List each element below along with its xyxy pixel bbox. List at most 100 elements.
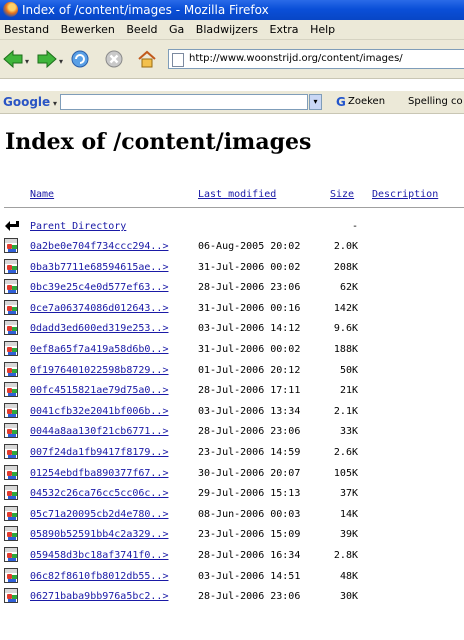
google-logo[interactable]: Google ▾ <box>3 91 57 113</box>
file-link[interactable]: 0bc39e25c4e0d577ef63..> <box>30 282 168 293</box>
search-button[interactable]: Zoeken <box>348 91 385 113</box>
file-size: 33K <box>339 426 358 438</box>
file-link[interactable]: 0f1976401022598b8729..> <box>30 365 168 376</box>
stop-icon[interactable] <box>104 49 124 69</box>
forward-dropdown-icon[interactable]: ▾ <box>59 57 63 66</box>
file-link[interactable]: 0041cfb32e2041bf006b..> <box>30 406 168 417</box>
file-row: 00fc4515821ae79d75a0..> 28-Jul-2006 17:11… <box>0 381 464 401</box>
google-g-icon[interactable]: G <box>336 91 346 113</box>
file-link[interactable]: 0a2be0e704f734ccc294..> <box>30 241 168 252</box>
menu-bestand[interactable]: Bestand <box>4 23 49 36</box>
forward-arrow-icon[interactable] <box>37 49 57 69</box>
file-row: 059458d3bc18af3741f0..> 28-Jul-2006 16:34… <box>0 546 464 566</box>
file-link[interactable]: 059458d3bc18af3741f0..> <box>30 550 168 561</box>
file-modified: 28-Jul-2006 16:34 <box>198 550 301 561</box>
home-icon[interactable] <box>137 49 157 69</box>
url-input[interactable]: http://www.woonstrijd.org/content/images… <box>189 50 403 68</box>
url-bar[interactable]: http://www.woonstrijd.org/content/images… <box>168 49 464 69</box>
column-header-description[interactable]: Description <box>372 189 438 200</box>
menu-bewerken[interactable]: Bewerken <box>61 23 115 36</box>
file-link[interactable]: 05890b52591bb4c2a329..> <box>30 529 168 540</box>
file-size: 9.6K <box>333 323 358 335</box>
image-file-icon <box>4 485 20 501</box>
reload-icon[interactable] <box>70 49 90 69</box>
file-modified: 31-Jul-2006 00:16 <box>198 302 301 314</box>
image-file-icon <box>4 402 20 419</box>
spelling-button[interactable]: Spelling co <box>408 91 463 113</box>
image-file-icon <box>4 320 20 336</box>
google-search-input[interactable] <box>60 94 308 110</box>
file-size: 37K <box>339 488 358 500</box>
file-modified: 31-Jul-2006 00:02 <box>198 344 301 355</box>
file-link[interactable]: 0ba3b7711e68594615ae..> <box>30 262 168 273</box>
file-row: 0dadd3ed600ed319e253..> 03-Jul-2006 14:12… <box>0 319 464 339</box>
file-size: 21K <box>339 385 358 397</box>
file-size: 188K <box>333 344 358 355</box>
file-link[interactable]: 0dadd3ed600ed319e253..> <box>30 323 168 334</box>
file-row: 01254ebdfba890377f67..> 30-Jul-2006 20:07… <box>0 464 464 484</box>
file-link[interactable]: 04532c26ca76cc5cc06c..> <box>30 488 168 499</box>
file-link[interactable]: 01254ebdfba890377f67..> <box>30 468 168 479</box>
column-header-size[interactable]: Size <box>330 189 354 200</box>
file-link[interactable]: 007f24da1fb9417f8179..> <box>30 447 168 458</box>
file-row: 0ba3b7711e68594615ae..> 31-Jul-2006 00:02… <box>0 258 464 278</box>
menu-help[interactable]: Help <box>310 23 335 36</box>
window-titlebar: Index of /content/images - Mozilla Firef… <box>0 0 464 20</box>
file-modified: 08-Jun-2006 00:03 <box>198 508 301 520</box>
menu-extra[interactable]: Extra <box>270 23 299 36</box>
file-row: 0ce7a06374086d012643..> 31-Jul-2006 00:16… <box>0 299 464 319</box>
column-header-modified[interactable]: Last modified <box>198 189 276 200</box>
image-file-icon <box>4 547 20 563</box>
file-link[interactable]: 06271baba9bb976a5bc2..> <box>30 591 168 602</box>
file-size: 30K <box>339 591 358 603</box>
search-dropdown-icon[interactable]: ▾ <box>309 94 322 110</box>
menu-bladwijzers[interactable]: Bladwijzers <box>196 23 258 36</box>
file-row: 0041cfb32e2041bf006b..> 03-Jul-2006 13:34… <box>0 402 464 422</box>
file-link[interactable]: 05c71a20095cb2d4e780..> <box>30 509 168 520</box>
image-file-icon <box>4 299 20 316</box>
file-modified: 03-Jul-2006 14:51 <box>198 570 301 582</box>
file-size: 208K <box>333 261 358 273</box>
back-arrow-icon <box>5 221 19 231</box>
file-size: 2.8K <box>333 550 358 561</box>
image-file-icon <box>4 382 20 398</box>
page-content: Index of /content/images Name Last modif… <box>0 113 464 640</box>
file-row: 05890b52591bb4c2a329..> 23-Jul-2006 15:09… <box>0 525 464 545</box>
file-row: 0bc39e25c4e0d577ef63..> 28-Jul-2006 23:06… <box>0 278 464 298</box>
file-size: 48K <box>339 570 358 582</box>
back-arrow-icon[interactable] <box>3 49 23 69</box>
firefox-logo-icon <box>3 2 18 17</box>
parent-directory-link[interactable]: Parent Directory <box>30 221 126 232</box>
file-size: 14K <box>339 508 358 520</box>
image-file-icon <box>4 567 20 584</box>
parent-size: - <box>351 221 358 232</box>
file-size: 2.1K <box>333 405 358 417</box>
image-file-icon <box>4 258 20 275</box>
file-row: 0ef8a65f7a419a58d6b0..> 31-Jul-2006 00:02… <box>0 340 464 360</box>
file-modified: 31-Jul-2006 00:02 <box>198 261 301 273</box>
image-file-icon <box>4 361 20 378</box>
file-modified: 29-Jul-2006 15:13 <box>198 488 301 500</box>
header-divider <box>4 207 464 208</box>
file-size: 39K <box>339 529 358 541</box>
file-link[interactable]: 0044a8aa130f21cb6771..> <box>30 426 168 437</box>
back-dropdown-icon[interactable]: ▾ <box>25 57 29 66</box>
image-file-icon <box>4 505 20 522</box>
file-modified: 28-Jul-2006 23:06 <box>198 426 301 438</box>
file-modified: 03-Jul-2006 14:12 <box>198 323 301 335</box>
file-link[interactable]: 06c82f8610fb8012db55..> <box>30 571 168 582</box>
file-link[interactable]: 0ce7a06374086d012643..> <box>30 303 168 314</box>
menu-beeld[interactable]: Beeld <box>126 23 157 36</box>
file-modified: 06-Aug-2005 20:02 <box>198 241 301 252</box>
file-row: 0a2be0e704f734ccc294..> 06-Aug-2005 20:02… <box>0 237 464 257</box>
file-size: 2.6K <box>333 447 358 458</box>
file-link[interactable]: 00fc4515821ae79d75a0..> <box>30 385 168 396</box>
file-row: 007f24da1fb9417f8179..> 23-Jul-2006 14:59… <box>0 443 464 463</box>
file-size: 62K <box>339 282 358 294</box>
file-link[interactable]: 0ef8a65f7a419a58d6b0..> <box>30 344 168 355</box>
file-size: 105K <box>333 467 358 479</box>
menu-ga[interactable]: Ga <box>169 23 184 36</box>
image-file-icon <box>4 423 20 439</box>
file-row: 05c71a20095cb2d4e780..> 08-Jun-2006 00:03… <box>0 505 464 525</box>
column-header-name[interactable]: Name <box>30 189 54 200</box>
